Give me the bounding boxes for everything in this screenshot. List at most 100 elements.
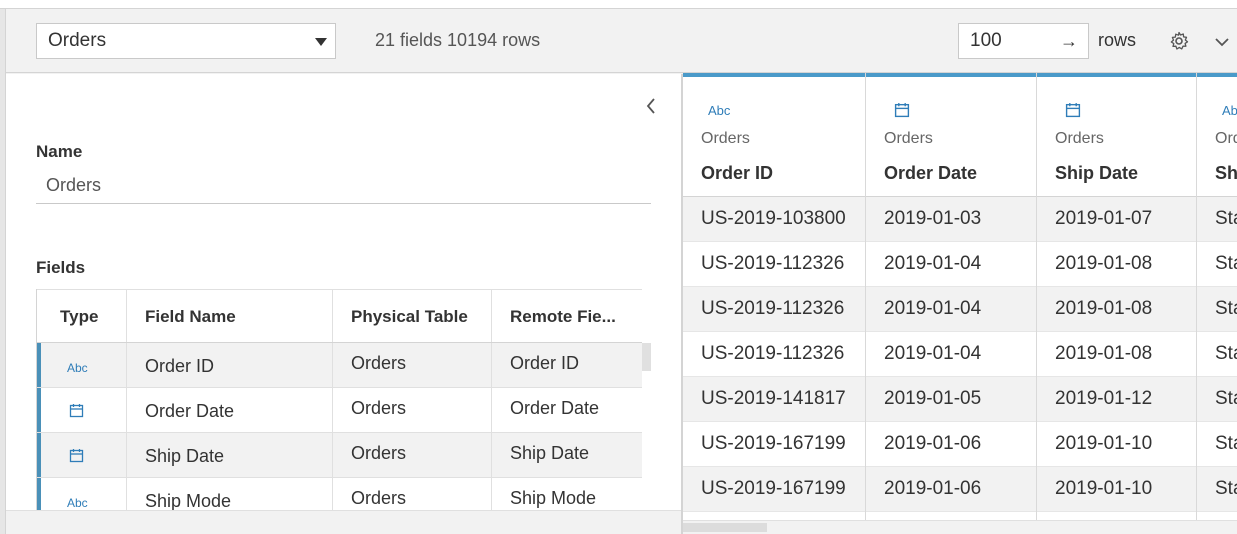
grid-cell[interactable]: 2019-01-08 [1037,287,1196,332]
grid-cell[interactable]: 2019-01-06 [866,467,1036,512]
grid-cell[interactable]: US-2019-167199 [683,467,865,512]
grid-column-ship-date: Orders Ship Date 2019-01-07 2019-01-08 2… [1037,73,1197,520]
grid-cell[interactable] [1037,512,1196,520]
physical-table-cell: Orders [333,388,492,432]
table-row[interactable]: Abc Order ID Orders Order ID [37,343,642,388]
data-source-page: Orders 21 fields 10194 rows 100 → rows N… [0,0,1237,534]
field-name-cell[interactable]: Ship Mode [127,478,333,510]
grid-cell[interactable]: 2019-01-10 [1037,422,1196,467]
grid-cell[interactable]: US-2019-103800 [683,197,865,242]
grid-cell[interactable]: Standard Class [1197,242,1237,287]
column-name: Ship Mode [1215,163,1237,183]
fields-scrollbar[interactable] [642,343,651,371]
remote-field-cell: Order ID [492,343,642,387]
remote-field-cell: Ship Mode [492,478,642,510]
grid-cell[interactable]: 2019-01-03 [866,197,1036,242]
grid-cell[interactable]: 2019-01-04 [866,242,1036,287]
grid-cell[interactable]: 2019-01-06 [866,422,1036,467]
table-row[interactable]: Abc Ship Mode Orders Ship Mode [37,478,642,510]
fields-label: Fields [36,258,86,277]
grid-cell[interactable]: Standard Class [1197,467,1237,512]
string-type-icon[interactable]: Abc [708,103,730,118]
grid-cell[interactable]: US-2019-112326 [683,287,865,332]
table-row[interactable]: Order Date Orders Order Date [37,388,642,433]
field-name-cell[interactable]: Order Date [127,388,333,432]
column-source: Orders [884,130,933,147]
column-header-type[interactable]: Type [37,290,127,342]
rows-input[interactable]: 100 → [958,23,1089,59]
horizontal-scrollbar[interactable] [683,520,1237,534]
physical-table-cell: Orders [333,478,492,510]
grid-cell[interactable]: 2019-01-05 [866,377,1036,422]
column-name: Order Date [884,163,978,183]
grid-cell[interactable]: Standard Class [1197,287,1237,332]
type-cell[interactable] [37,433,127,477]
grid-cell[interactable]: Standard Class [1197,422,1237,467]
grid-column-header[interactable]: Abc Orders Ship Mode [1197,73,1237,197]
string-type-icon[interactable]: Abc [67,361,88,375]
chevron-down-icon[interactable] [1214,34,1230,50]
table-select[interactable]: Orders [36,23,336,59]
chevron-left-icon[interactable] [644,96,658,116]
remote-field-cell: Order Date [492,388,642,432]
grid-cell[interactable]: US-2019-167199 [683,422,865,467]
grid-cell[interactable]: 2019-01-08 [1037,332,1196,377]
string-type-icon[interactable]: Abc [67,496,88,510]
grid-cell[interactable]: 2019-01-12 [1037,377,1196,422]
field-name-cell[interactable]: Order ID [127,343,333,387]
rows-input-value: 100 [970,30,1002,51]
calendar-icon[interactable] [1065,102,1081,118]
grid-cell[interactable] [683,512,865,520]
grid-cell[interactable]: Standard Class [1197,197,1237,242]
string-type-icon[interactable]: Abc [1222,103,1237,118]
type-cell[interactable] [37,388,127,432]
grid-cell[interactable]: 2019-01-10 [1037,467,1196,512]
type-cell[interactable]: Abc [37,343,127,387]
apply-arrow-icon[interactable]: → [1060,24,1078,58]
grid-cell[interactable]: Standard Class [1197,377,1237,422]
grid-column-ship-mode: Abc Orders Ship Mode Standard Class Stan… [1197,73,1237,520]
name-label: Name [36,142,83,161]
grid-cell[interactable]: Standard Class [1197,332,1237,377]
grid-cell[interactable] [866,512,1036,520]
type-cell[interactable]: Abc [37,478,127,510]
field-name-cell[interactable]: Ship Date [127,433,333,477]
grid-cell[interactable]: 2019-01-07 [1037,197,1196,242]
grid-column-header[interactable]: Orders Ship Date [1037,73,1196,197]
name-input[interactable]: Orders [36,171,651,204]
field-row-summary: 21 fields 10194 rows [375,30,541,50]
fields-table-header: Type Field Name Physical Table Remote Fi… [37,289,642,343]
scrollbar-thumb[interactable] [683,523,767,532]
calendar-icon[interactable] [69,448,84,463]
grid-column-header[interactable]: Orders Order Date [866,73,1036,197]
calendar-icon[interactable] [894,102,910,118]
grid-cell[interactable]: US-2019-112326 [683,332,865,377]
bottom-strip [6,510,681,534]
grid-cell[interactable] [1197,512,1237,520]
grid-cell[interactable]: 2019-01-08 [1037,242,1196,287]
column-source: Orders [1055,130,1104,147]
column-source: Orders [701,130,750,147]
table-row[interactable]: Ship Date Orders Ship Date [37,433,642,478]
column-header-field-name[interactable]: Field Name [127,290,333,342]
preview-toolbar: Orders 21 fields 10194 rows 100 → rows [6,10,1237,73]
grid-column-header[interactable]: Abc Orders Order ID [683,73,865,197]
grid-cell[interactable]: US-2019-141817 [683,377,865,422]
gear-icon[interactable] [1169,31,1189,51]
grid-cell[interactable]: 2019-01-04 [866,287,1036,332]
fields-table: Type Field Name Physical Table Remote Fi… [36,289,642,510]
physical-table-cell: Orders [333,433,492,477]
table-select-value: Orders [48,30,107,51]
data-grid: Abc Orders Order ID US-2019-103800 US-20… [683,73,1237,520]
calendar-icon[interactable] [69,403,84,418]
grid-cell[interactable]: 2019-01-04 [866,332,1036,377]
column-name: Ship Date [1055,163,1139,183]
metadata-panel: Name Orders Fields Type Field Name Physi… [6,74,681,510]
grid-cell[interactable]: US-2019-112326 [683,242,865,287]
physical-table-cell: Orders [333,343,492,387]
column-header-physical-table[interactable]: Physical Table [333,290,492,342]
column-header-remote-field[interactable]: Remote Fie... [492,290,642,342]
column-name: Order ID [701,163,774,183]
grid-column-order-date: Orders Order Date 2019-01-03 2019-01-04 … [866,73,1037,520]
column-source: Orders [1215,130,1237,147]
